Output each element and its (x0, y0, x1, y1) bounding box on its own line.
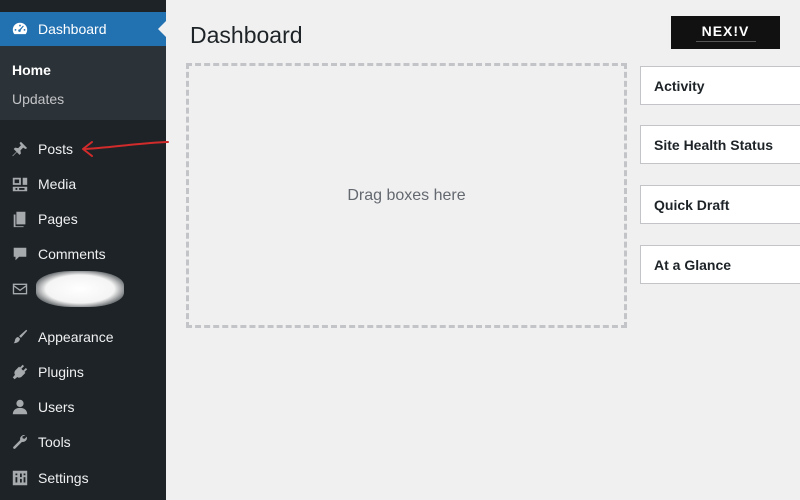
sidebar-item-label: Media (38, 176, 77, 192)
dashboard-gauge-icon (10, 19, 30, 39)
sidebar-item-plugins[interactable]: Plugins (0, 355, 166, 389)
settings-icon (10, 468, 30, 488)
widget-title: Activity (654, 77, 705, 94)
widget-title: Site Health Status (654, 136, 774, 153)
submenu-item-home[interactable]: Home (12, 62, 51, 78)
widget-quick-draft[interactable]: Quick Draft (640, 185, 800, 224)
redaction-smudge (36, 271, 124, 307)
sidebar-item-label: Users (38, 399, 75, 415)
sidebar-item-appearance[interactable]: Appearance (0, 320, 166, 354)
wrench-icon (10, 432, 30, 452)
sidebar-item-tools[interactable]: Tools (0, 425, 166, 459)
widget-title: At a Glance (654, 256, 732, 273)
sidebar-item-comments[interactable]: Comments (0, 237, 166, 271)
mail-icon (10, 279, 30, 299)
annotation-arrow-icon (82, 141, 169, 157)
empty-widget-drop-zone[interactable]: Drag boxes here (186, 63, 627, 328)
sidebar-item-label: Posts (38, 141, 74, 157)
sidebar-item-label: Comments (38, 246, 106, 262)
sidebar-item-media[interactable]: Media (0, 167, 166, 201)
pages-icon (10, 209, 30, 229)
sidebar-item-label: Settings (38, 470, 89, 486)
sidebar-item-label: Tools (38, 434, 71, 450)
logo-underline (695, 41, 756, 42)
sidebar-item-label: Pages (38, 211, 78, 227)
widget-title: Quick Draft (654, 196, 730, 213)
admin-sidebar: Dashboard Home Updates Posts Media Pages… (0, 0, 166, 500)
plug-icon (10, 362, 30, 382)
widget-at-a-glance[interactable]: At a Glance (640, 245, 800, 284)
widget-site-health-status[interactable]: Site Health Status (640, 125, 800, 164)
submenu-item-updates[interactable]: Updates (12, 91, 64, 107)
dashboard-submenu: Home Updates (0, 46, 166, 120)
sidebar-item-label: Plugins (38, 364, 84, 380)
pin-icon (10, 139, 30, 159)
media-icon (10, 174, 30, 194)
logo-text: NEX!V (701, 23, 750, 39)
sidebar-item-label: Appearance (38, 329, 114, 345)
sidebar-item-users[interactable]: Users (0, 390, 166, 424)
page-title: Dashboard (190, 22, 303, 48)
sidebar-item-label: Dashboard (38, 21, 107, 37)
sidebar-item-dashboard[interactable]: Dashboard (0, 12, 166, 46)
widget-activity[interactable]: Activity (640, 66, 800, 105)
sidebar-item-pages[interactable]: Pages (0, 202, 166, 236)
brush-icon (10, 327, 30, 347)
comment-icon (10, 244, 30, 264)
sidebar-item-settings[interactable]: Settings (0, 461, 166, 495)
drop-zone-text: Drag boxes here (347, 186, 466, 204)
brand-logo: NEX!V (671, 16, 780, 49)
user-icon (10, 397, 30, 417)
